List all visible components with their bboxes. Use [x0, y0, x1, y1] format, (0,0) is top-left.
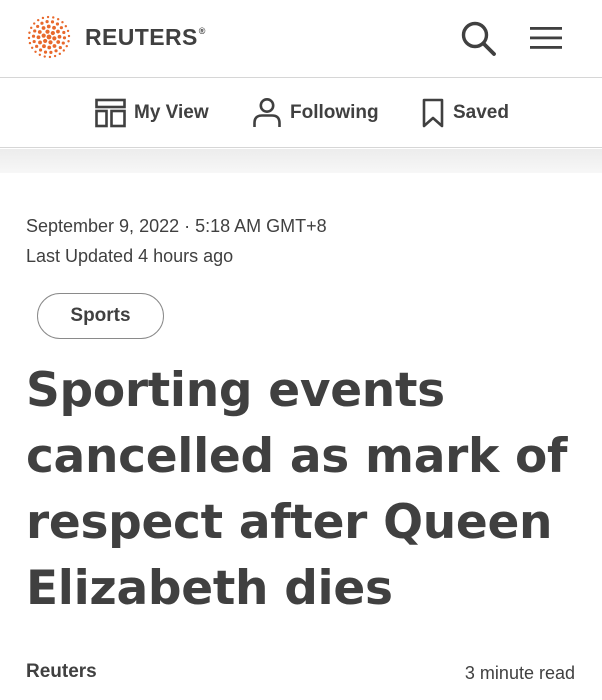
logo-dot — [40, 21, 44, 25]
logo-dot — [53, 54, 57, 58]
layout-icon — [95, 98, 126, 128]
search-icon[interactable] — [459, 19, 497, 57]
logo-dot — [46, 24, 51, 29]
logo-dot — [62, 36, 67, 40]
logo-dot — [57, 34, 62, 39]
top-header: REUTERS® — [0, 0, 602, 78]
logo-dot — [43, 55, 46, 58]
my-view-link[interactable]: My View — [95, 78, 209, 148]
following-label: Following — [290, 102, 379, 123]
logo-dot — [28, 31, 31, 34]
logo-dot — [30, 26, 33, 30]
logo-dot — [33, 29, 37, 33]
logo-dot — [46, 15, 50, 19]
logo-dot — [34, 50, 37, 53]
logo-dot — [56, 18, 60, 21]
logo-dot — [36, 18, 40, 22]
logo-dot — [52, 44, 57, 48]
logo-dot — [49, 50, 53, 54]
logo-dot — [52, 16, 55, 19]
following-link[interactable]: Following — [252, 78, 379, 148]
my-view-label: My View — [134, 102, 209, 123]
read-time: 3 minute read — [464, 663, 575, 683]
logo-dot — [50, 30, 55, 36]
logo-dot — [47, 45, 52, 50]
logo-dot — [41, 16, 45, 20]
logo-dot — [42, 44, 46, 49]
logo-dot — [48, 40, 53, 45]
registered-mark: ® — [198, 25, 206, 36]
logo-dot — [36, 35, 41, 40]
user-subnav: My View Following Saved — [0, 78, 602, 148]
publish-date: September 9, 2022 · 5:18 AM GMT+8 — [26, 216, 327, 236]
article-page: REUTERS® My View Following Saved Septemb… — [0, 0, 602, 700]
last-updated: Last Updated 4 hours ago — [26, 246, 234, 266]
logo-dot — [62, 49, 65, 52]
logo-dot — [43, 50, 48, 54]
saved-label: Saved — [453, 102, 509, 123]
logo-dot — [33, 22, 36, 25]
saved-link[interactable]: Saved — [421, 78, 509, 148]
hamburger-menu-icon[interactable] — [529, 22, 563, 54]
logo-dot — [67, 34, 71, 38]
logo-dot — [52, 25, 56, 30]
person-icon — [253, 98, 281, 127]
logo-dot — [46, 34, 52, 40]
logo-dot — [61, 41, 65, 45]
logo-dot — [48, 55, 52, 59]
logo-dot — [67, 40, 70, 43]
logo-dot — [27, 36, 31, 40]
reuters-dots-logo-icon — [27, 15, 71, 59]
logo-dot — [43, 38, 48, 44]
brand-name: REUTERS — [85, 23, 198, 50]
logo-dot — [55, 22, 60, 26]
logo-dot — [58, 52, 62, 56]
logo-dot — [41, 26, 46, 30]
logo-dot — [38, 48, 43, 52]
logo-dot — [38, 40, 42, 45]
logo-dot — [37, 30, 42, 34]
logo-dot — [52, 36, 57, 41]
logo-dot — [66, 29, 70, 33]
logo-dot — [58, 45, 62, 50]
logo-dot — [31, 34, 36, 38]
logo-dot — [45, 29, 50, 34]
logo-dot — [32, 39, 36, 44]
logo-dot — [56, 40, 61, 44]
article-headline: Sporting events cancelled as mark of res… — [26, 363, 568, 616]
logo-dot — [28, 41, 32, 45]
logo-dot — [56, 29, 60, 34]
logo-dot — [54, 49, 58, 53]
logo-dot — [36, 24, 40, 29]
logo-dot — [41, 33, 46, 38]
logo-dot — [59, 26, 63, 30]
logo-dot — [64, 24, 68, 28]
section-divider — [0, 149, 602, 173]
reuters-logo[interactable]: REUTERS® — [26, 15, 206, 59]
logo-dot — [65, 44, 68, 48]
bookmark-icon — [422, 98, 444, 128]
byline-author[interactable]: Reuters — [26, 660, 97, 684]
logo-dot — [50, 20, 55, 24]
logo-dot — [38, 53, 42, 56]
category-tag-sports[interactable]: Sports — [37, 293, 164, 339]
logo-dot — [45, 20, 49, 24]
logo-dot — [30, 46, 34, 50]
logo-dot — [62, 30, 66, 35]
logo-dot — [35, 44, 39, 48]
logo-dot — [61, 21, 64, 24]
